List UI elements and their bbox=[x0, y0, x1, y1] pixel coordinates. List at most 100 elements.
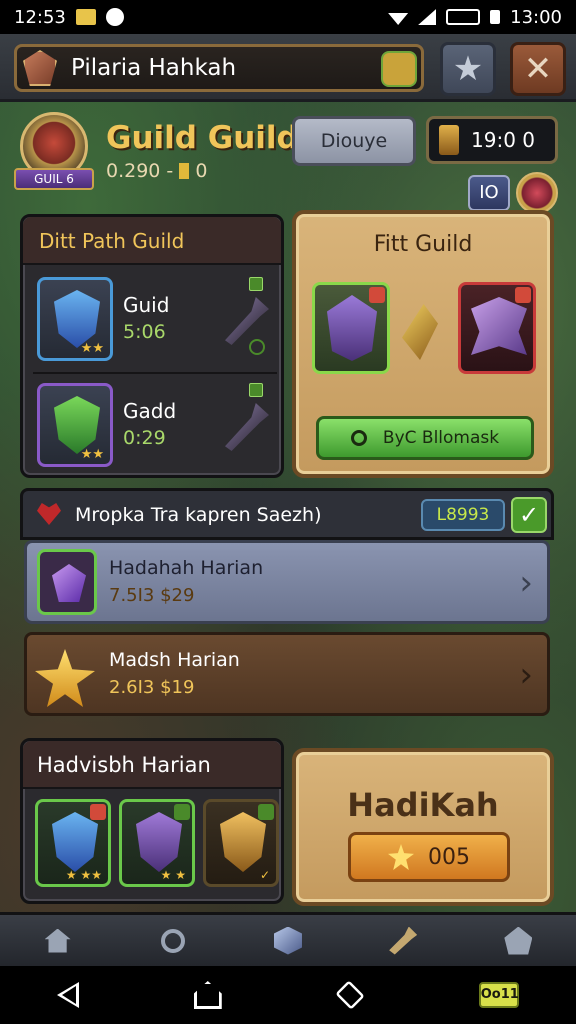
guild-sub-value: 0.290 - bbox=[106, 160, 174, 182]
favorite-button[interactable]: ★ bbox=[440, 42, 496, 96]
level-chip[interactable]: IO bbox=[468, 175, 510, 211]
guild-sub-suffix: 0 bbox=[195, 160, 208, 182]
item-value: 5:06 bbox=[123, 321, 166, 343]
mission-header: Mropka Tra kapren Saezh) L8993 ✓ bbox=[20, 488, 554, 540]
check-button[interactable]: ✓ bbox=[511, 497, 547, 533]
mask-item[interactable] bbox=[458, 282, 536, 374]
ruby-icon[interactable] bbox=[516, 172, 558, 214]
guild-badge-button[interactable]: Diouye bbox=[292, 116, 416, 166]
guild-items-panel: Ditt Path Guild ★★ Guid 5:06 ★★ Gadd 0:2… bbox=[20, 214, 284, 478]
stars-rating: ★ ★ bbox=[160, 868, 186, 882]
tag-icon bbox=[515, 287, 531, 303]
task-name: Hadahah Harian bbox=[109, 557, 264, 579]
key-icon bbox=[389, 926, 418, 955]
top-header: Pilaria Hahkah ★ ✕ bbox=[0, 34, 576, 102]
resource-icon bbox=[439, 125, 459, 155]
box-icon bbox=[273, 926, 302, 955]
divider bbox=[33, 372, 277, 374]
panel-title: Ditt Path Guild bbox=[23, 217, 281, 265]
task-row[interactable]: Madsh Harian 2.6I3 $19 › bbox=[24, 632, 550, 716]
mission-code: L8993 bbox=[421, 499, 505, 531]
close-button[interactable]: ✕ bbox=[510, 42, 566, 96]
title-box: Pilaria Hahkah bbox=[14, 44, 424, 92]
battery-icon bbox=[446, 9, 481, 25]
featured-guild-panel: Fitt Guild ByC Bllomask bbox=[292, 210, 554, 478]
back-button[interactable] bbox=[57, 982, 80, 1008]
guild-subtitle: 0.290 - 0 bbox=[106, 160, 207, 182]
search-icon bbox=[350, 430, 367, 446]
recents-button[interactable] bbox=[335, 980, 365, 1010]
search-icon bbox=[160, 928, 185, 953]
mace-icon bbox=[225, 297, 269, 345]
notification-icon bbox=[105, 8, 124, 26]
crystal-item[interactable] bbox=[392, 300, 450, 366]
search-guild-button[interactable]: ByC Bllomask bbox=[316, 416, 534, 460]
check-badge-icon bbox=[249, 383, 263, 397]
reward-item[interactable]: ★ ★ bbox=[119, 799, 195, 887]
shield-icon bbox=[220, 812, 266, 872]
item-name: Guid bbox=[123, 293, 170, 317]
tag-icon bbox=[90, 804, 106, 820]
status-left: 12:53 bbox=[14, 7, 124, 28]
tab-search[interactable] bbox=[152, 923, 194, 959]
heart-icon bbox=[37, 503, 61, 525]
coin-icon bbox=[179, 163, 190, 179]
task-row[interactable]: Hadahah Harian 7.5I3 $29 › bbox=[24, 540, 550, 624]
rewards-panel: Hadvisbh Harian ★ ★★ ★ ★ ✓ bbox=[20, 738, 284, 904]
check-mark: ✓ bbox=[259, 868, 270, 882]
claim-title: HadiKah bbox=[347, 786, 499, 824]
stars-rating: ★★ bbox=[80, 341, 104, 356]
bottom-tab-bar bbox=[0, 912, 576, 966]
chevron-right-icon: › bbox=[519, 563, 533, 603]
crystal-icon bbox=[402, 304, 438, 360]
helmet-item[interactable] bbox=[312, 282, 390, 374]
panel-title: Hadvisbh Harian bbox=[23, 741, 281, 789]
helmet-icon bbox=[504, 926, 533, 955]
tab-inventory[interactable] bbox=[267, 923, 309, 959]
guild-emblem[interactable]: GUIL 6 bbox=[14, 112, 94, 194]
emblem-label: GUIL 6 bbox=[14, 168, 94, 190]
gem-icon bbox=[23, 50, 57, 86]
back-icon bbox=[57, 982, 80, 1008]
reward-item[interactable]: ✓ bbox=[203, 799, 279, 887]
status-time-left: 12:53 bbox=[14, 6, 66, 28]
resource-counter[interactable]: 19:0 0 bbox=[426, 116, 558, 164]
tab-keys[interactable] bbox=[382, 923, 424, 959]
guild-name: Guild Guild bbox=[106, 120, 299, 156]
mail-icon bbox=[75, 9, 96, 25]
button-label: ByC Bllomask bbox=[382, 428, 500, 448]
helmet-icon bbox=[327, 295, 377, 361]
shield-icon bbox=[52, 812, 98, 872]
shield-icon bbox=[54, 290, 100, 348]
claim-value: 005 bbox=[428, 844, 470, 870]
page-title: Pilaria Hahkah bbox=[71, 55, 237, 81]
amethyst-icon bbox=[52, 564, 86, 602]
wifi-icon bbox=[388, 13, 409, 25]
signal-icon bbox=[418, 9, 437, 25]
list-item[interactable]: ★★ Gadd 0:29 bbox=[37, 383, 277, 467]
shield-icon bbox=[54, 396, 100, 454]
counter-value: 19:0 0 bbox=[471, 128, 535, 152]
mace-icon bbox=[225, 403, 269, 451]
home-button[interactable] bbox=[193, 981, 222, 1009]
gold-star-icon bbox=[35, 649, 95, 707]
circle-icon bbox=[249, 339, 265, 355]
reward-item[interactable]: ★ ★★ bbox=[35, 799, 111, 887]
claim-button[interactable]: 005 bbox=[348, 832, 510, 882]
item-value: 0:29 bbox=[123, 427, 166, 449]
home-icon bbox=[44, 928, 71, 953]
status-right: 13:00 bbox=[388, 7, 562, 28]
list-item[interactable]: ★★ Guid 5:06 bbox=[37, 277, 277, 361]
stars-rating: ★ ★★ bbox=[65, 868, 102, 882]
tag-icon bbox=[174, 804, 190, 820]
demon-mask-icon bbox=[471, 297, 527, 355]
app-chip[interactable]: Oo11 bbox=[478, 982, 519, 1008]
shield-icon[interactable] bbox=[381, 51, 417, 87]
item-frame: ★★ bbox=[37, 383, 113, 467]
tag-icon bbox=[369, 287, 385, 303]
helmet-icon bbox=[136, 812, 182, 872]
tab-home[interactable] bbox=[37, 923, 79, 959]
item-name: Gadd bbox=[123, 399, 177, 423]
tab-profile[interactable] bbox=[497, 923, 539, 959]
task-icon-frame bbox=[37, 549, 97, 615]
